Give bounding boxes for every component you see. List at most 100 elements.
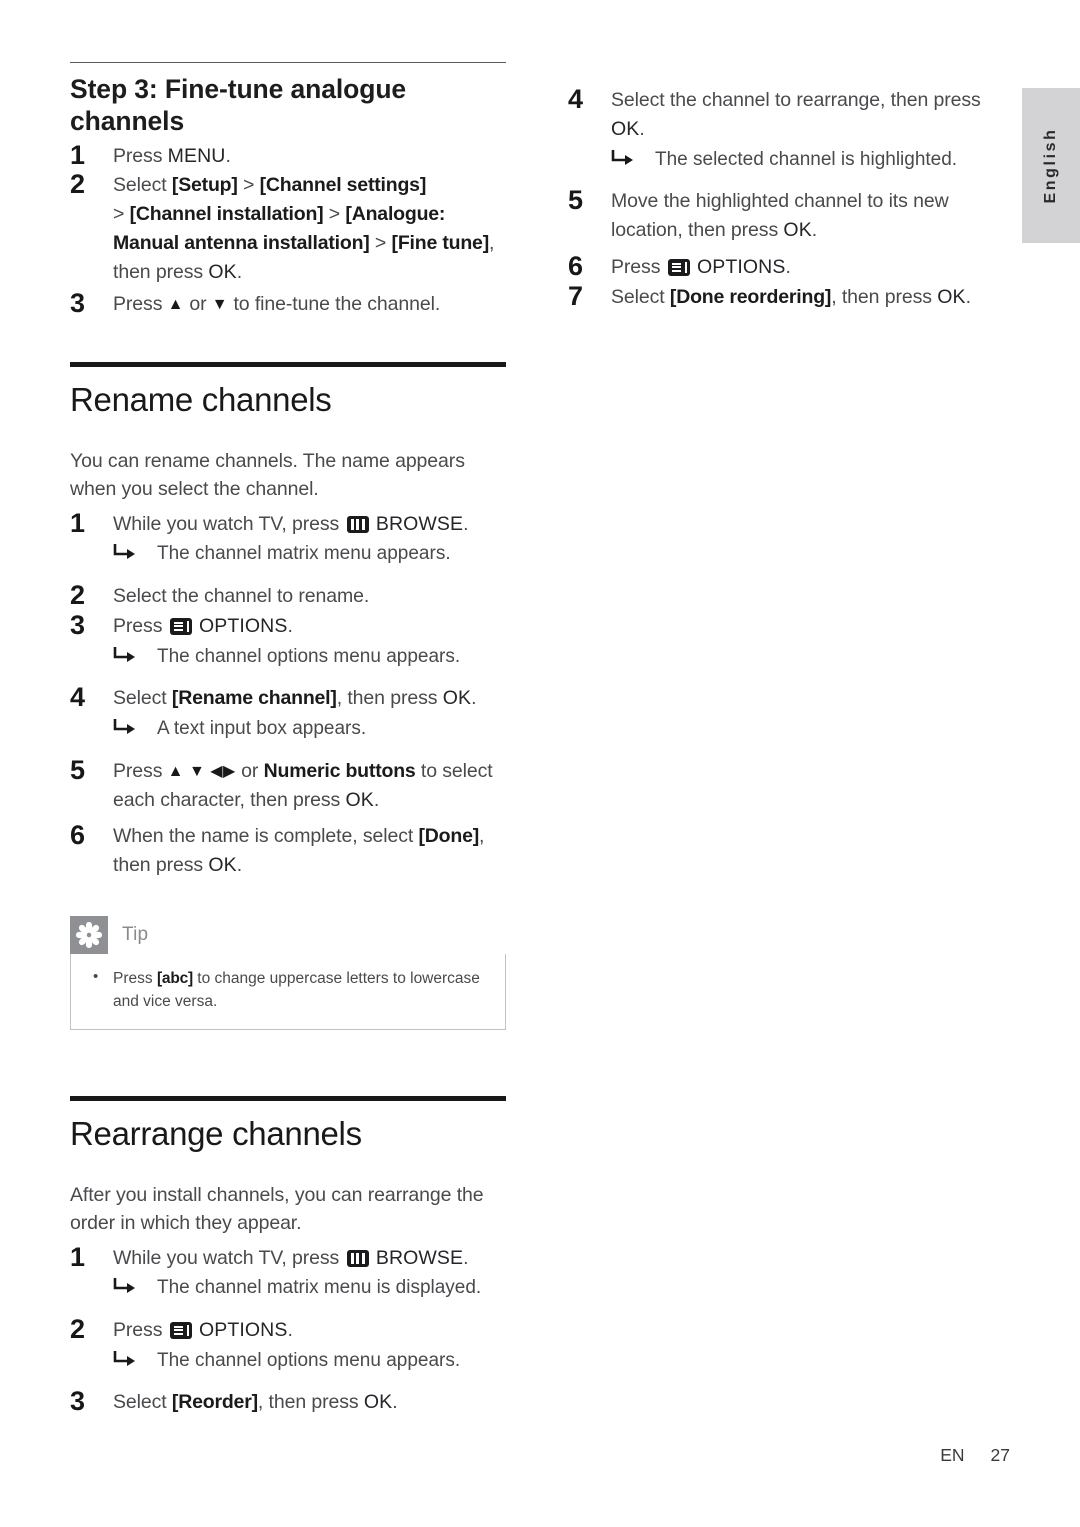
- step-text: While you watch TV, press BROWSE.: [113, 1244, 510, 1273]
- step-number: 6: [568, 250, 584, 281]
- step-item: 4 Select [Rename channel], then press OK…: [70, 682, 510, 743]
- tip-header: Tip: [70, 916, 506, 955]
- step-item: 3 Press OPTIONS. The channel options men…: [70, 609, 510, 670]
- step-number: 5: [568, 185, 584, 216]
- result-text: The channel matrix menu is displayed.: [157, 1277, 482, 1299]
- manual-page: English Step 3: Fine-tune analogue chann…: [0, 0, 1080, 1527]
- step-item: 7 Select [Done reordering], then press O…: [568, 281, 1008, 312]
- step-item: 4 Select the channel to rearrange, then …: [568, 84, 1008, 174]
- step-number: 4: [70, 682, 86, 713]
- step-text-a: Press: [113, 144, 168, 167]
- language-tab: English: [1022, 88, 1080, 243]
- step-text: Press OPTIONS.: [113, 612, 510, 641]
- footer-page-number: 27: [990, 1445, 1010, 1465]
- menu-token: Manual antenna installation]: [113, 232, 370, 255]
- step-item: 2 Press OPTIONS. The channel options men…: [70, 1314, 510, 1375]
- t: >: [113, 203, 130, 226]
- result-text: The channel matrix menu appears.: [157, 543, 451, 565]
- menu-token: [Analogue:: [345, 203, 446, 226]
- step-result: The selected channel is highlighted.: [611, 146, 1008, 174]
- hook-arrow-icon: [113, 718, 139, 738]
- result-text: The channel options menu appears.: [157, 645, 461, 667]
- rename-channels-heading: Rename channels: [70, 380, 332, 418]
- step3-list: 1 Press MENU. 2 Select [Setup] > [Channe…: [70, 139, 510, 319]
- tip-box: Tip Press [abc] to change uppercase lett…: [70, 916, 506, 1030]
- t: >: [237, 174, 260, 197]
- key-numeric-buttons: Numeric buttons: [263, 759, 416, 782]
- menu-path-line3: Manual antenna installation] > [Fine tun…: [113, 232, 494, 254]
- t: then press: [113, 261, 209, 284]
- key-ok: OK: [345, 788, 374, 811]
- key-ok: OK: [363, 1391, 393, 1414]
- step-text: Press MENU.: [113, 142, 510, 171]
- right-column: 4 Select the channel to rearrange, then …: [568, 84, 1008, 312]
- step-number: 5: [70, 754, 86, 785]
- hook-arrow-icon: [611, 149, 637, 169]
- step-text: Press ▲ or ▼ to fine-tune the channel.: [113, 290, 510, 319]
- asterisk-icon: [70, 916, 108, 955]
- t: .: [287, 1318, 293, 1341]
- step-number: 1: [70, 1241, 86, 1272]
- menu-token: [Done reordering]: [669, 285, 832, 308]
- key-ok: OK: [208, 854, 237, 877]
- t: .: [392, 1391, 398, 1414]
- step-text: Select the channel to rearrange, then pr…: [611, 86, 1008, 144]
- step-number: 1: [70, 139, 86, 170]
- t: Press: [113, 614, 168, 637]
- t: Move the highlighted channel to its new …: [611, 190, 949, 242]
- step-result: The channel matrix menu appears.: [113, 540, 510, 568]
- hook-arrow-icon: [113, 1277, 139, 1297]
- step-text-c: .: [225, 144, 231, 167]
- menu-token: [Rename channel]: [171, 687, 337, 710]
- t: >: [323, 203, 346, 226]
- section-rule-thick: [70, 1095, 506, 1101]
- step-number: 2: [70, 580, 86, 611]
- t: While you watch TV, press: [113, 512, 345, 535]
- key-menu: MENU: [167, 144, 226, 167]
- browse-icon: [346, 1249, 369, 1267]
- t: , then press: [257, 1391, 364, 1414]
- menu-token: [Channel settings]: [259, 174, 427, 197]
- t: Press: [611, 255, 666, 278]
- step-text: Select [Done reordering], then press OK.: [611, 283, 1008, 312]
- page-footer: EN 27: [0, 1445, 1010, 1466]
- t: Press: [113, 1318, 168, 1341]
- step-text: Press OPTIONS.: [113, 1316, 510, 1345]
- t: .: [639, 117, 645, 140]
- step-number: 6: [70, 820, 86, 851]
- step-number: 1: [70, 507, 86, 538]
- t: or: [184, 292, 212, 315]
- t: .: [463, 512, 469, 535]
- step-text: Select the channel to rename.: [113, 585, 370, 608]
- step3-section: Step 3: Fine-tune analogue channels 1 Pr…: [70, 62, 510, 319]
- menu-token: [Channel installation]: [129, 203, 324, 226]
- t: .: [373, 788, 380, 811]
- t: Select the channel to rearrange, then pr…: [611, 89, 981, 111]
- options-icon: [667, 258, 690, 276]
- rearrange-steps-continued: 4 Select the channel to rearrange, then …: [568, 84, 1008, 312]
- footer-locale: EN: [940, 1445, 965, 1465]
- language-tab-label: English: [1042, 127, 1059, 204]
- menu-token: [abc]: [156, 970, 193, 988]
- step-item: 1 While you watch TV, press BROWSE. The …: [70, 1241, 510, 1302]
- options-icon: [169, 617, 192, 635]
- step-result: A text input box appears.: [113, 715, 510, 743]
- step-item: 2 Select the channel to rename.: [70, 580, 510, 611]
- step-text: Press ▲ ▼ ◀▶ or Numeric buttons to selec…: [113, 757, 510, 815]
- t: .: [287, 614, 293, 637]
- key-ok: OK: [937, 285, 966, 308]
- step-text: Select [Rename channel], then press OK.: [113, 684, 510, 713]
- step-item: 6 When the name is complete, select [Don…: [70, 820, 510, 880]
- t: , then press: [336, 687, 443, 710]
- step-number: 3: [70, 609, 86, 640]
- t: or: [235, 759, 264, 782]
- hook-arrow-icon: [113, 1350, 139, 1370]
- key-ok: OK: [442, 687, 472, 710]
- t: .: [463, 1246, 469, 1269]
- tip-item: Press [abc] to change uppercase letters …: [89, 966, 487, 1014]
- step-result: The channel options menu appears.: [113, 1347, 510, 1375]
- t: Select: [611, 285, 670, 308]
- menu-path-line1: Select [Setup] > [Channel settings]: [113, 174, 426, 196]
- key-browse: BROWSE: [375, 512, 464, 535]
- options-icon: [169, 1321, 192, 1339]
